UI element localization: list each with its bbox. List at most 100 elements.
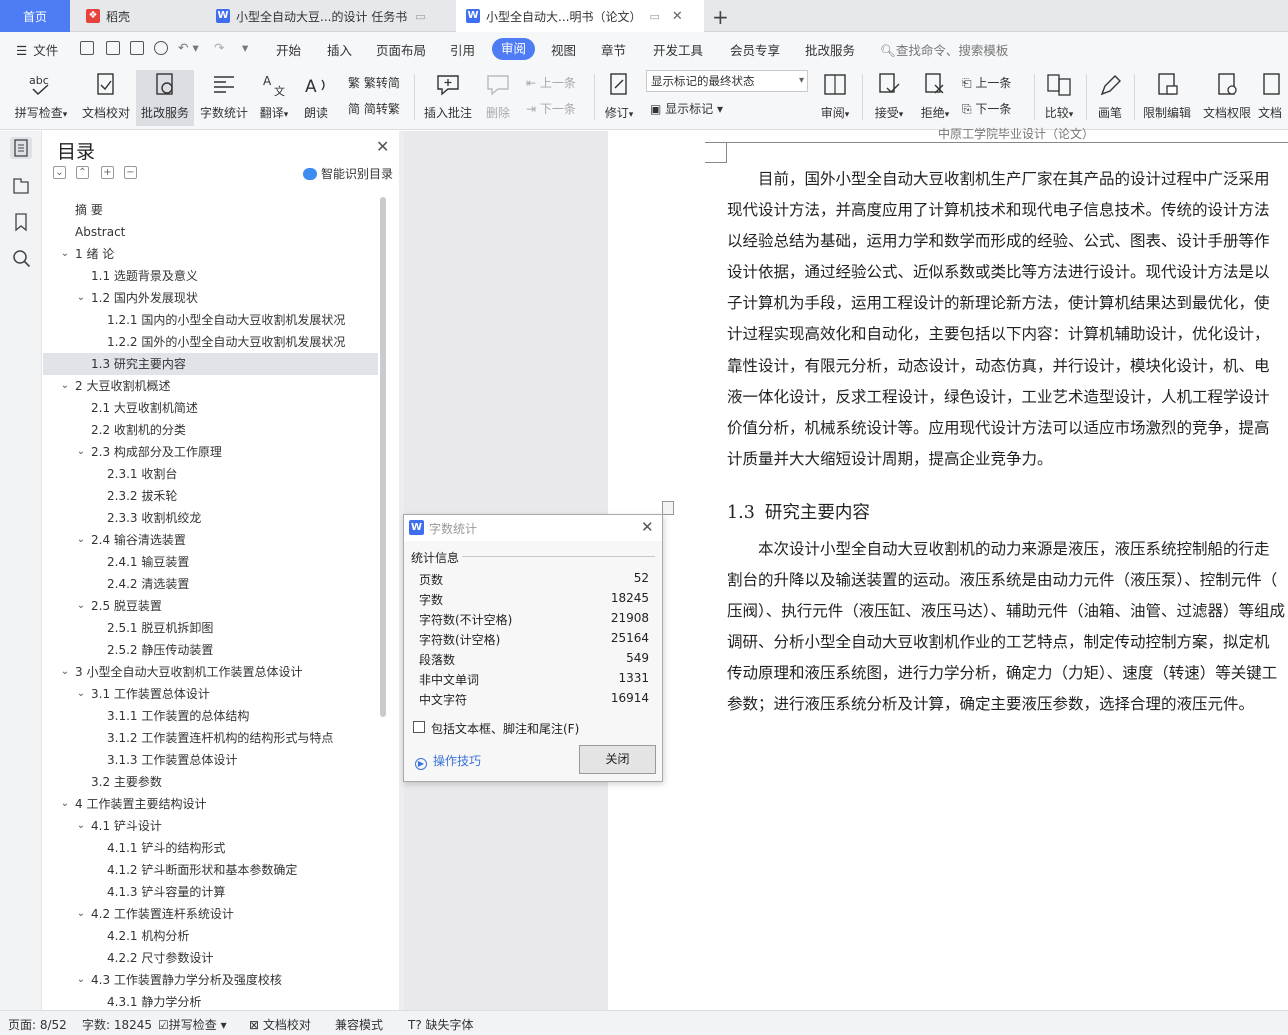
smart-toc-button[interactable]: 智能识别目录 [303,165,393,182]
toc-item[interactable]: 2.3.3 收割机绞龙 [43,507,378,529]
pen-button[interactable]: 画笔 [1092,70,1128,126]
prev-change-button[interactable]: ⎗ 上一条 [962,74,1011,91]
toc-item[interactable]: 1.2.2 国外的小型全自动大豆收割机发展状况 [43,331,378,353]
chevron-down-icon[interactable]: ⌄ [75,287,87,309]
toc-item[interactable]: 1.2.1 国内的小型全自动大豆收割机发展状况 [43,309,378,331]
toc-item[interactable]: 摘 要 [43,199,378,221]
print-preview-icon[interactable] [154,41,168,55]
toc-item[interactable]: Abstract [43,221,378,243]
toc-item[interactable]: 4.2.2 尺寸参数设计 [43,947,378,969]
chevron-down-icon[interactable]: ⌄ [75,529,87,551]
show-markup-button[interactable]: ▣ 显示标记 ▾ [650,100,723,117]
toc-item[interactable]: 3.1.1 工作装置的总体结构 [43,705,378,727]
toc-item[interactable]: 3.2 主要参数 [43,771,378,793]
menu-home[interactable]: 开始 [276,40,301,59]
menu-insert[interactable]: 插入 [327,40,352,59]
missing-font[interactable]: T? 缺失字体 [408,1016,474,1033]
toc-item[interactable]: 4.1.1 铲斗的结构形式 [43,837,378,859]
markup-state-select[interactable]: 显示标记的最终状态 [646,70,808,92]
menu-file[interactable]: ☰ 文件 [16,40,58,59]
remove-heading-icon[interactable]: − [124,166,137,179]
toc-item[interactable]: ⌄ 2.5 脱豆装置 [43,595,378,617]
quick-access-dropdown-icon[interactable]: ▾ [242,40,248,55]
chevron-down-icon[interactable]: ⌄ [75,815,87,837]
doc-more-button[interactable]: 文档 [1258,70,1288,126]
toc-item[interactable]: ⌄ 4.3 工作装置静力学分析及强度校核 [43,969,378,991]
toc-item[interactable]: 1.1 选题背景及意义 [43,265,378,287]
translate-button[interactable]: A文 翻译▾ [256,70,292,126]
next-comment-button[interactable]: ⇥ 下一条 [526,100,576,117]
review-pane-button[interactable]: 审阅▾ [816,70,854,126]
toc-item[interactable]: ⌄ 3.1 工作装置总体设计 [43,683,378,705]
command-search[interactable]: 🔍︎查找命令、搜索模板 [880,40,1008,59]
toc-item[interactable]: 4.1.3 铲斗容量的计算 [43,881,378,903]
chevron-down-icon[interactable]: ⌄ [75,441,87,463]
tab-thesis-doc[interactable]: W 小型全自动大...明书（论文） ▭ ✕ [456,0,704,32]
toc-item[interactable]: 2.4.1 输豆装置 [43,551,378,573]
status-spell-check[interactable]: ☑拼写检查 ▾ [158,1016,227,1033]
paragraph-options-icon[interactable] [662,501,674,515]
include-textbox-checkbox[interactable] [413,721,425,733]
toc-item[interactable]: 2.5.1 脱豆机拆卸图 [43,617,378,639]
toc-item[interactable]: 2.3.2 拔禾轮 [43,485,378,507]
close-icon[interactable]: ✕ [641,518,654,536]
menu-review-service[interactable]: 批改服务 [805,40,855,59]
page-indicator[interactable]: 页面: 8/52 [8,1016,67,1033]
read-aloud-button[interactable]: A 朗读 [300,70,332,126]
toc-item[interactable]: 4.2.1 机构分析 [43,925,378,947]
next-change-button[interactable]: ⎘ 下一条 [962,100,1011,117]
toc-item[interactable]: 2.3.1 收割台 [43,463,378,485]
save-icon[interactable] [80,41,94,55]
toc-item[interactable]: ⌄ 2 大豆收割机概述 [43,375,378,397]
tab-home[interactable]: 首页 [0,0,70,32]
menu-page-layout[interactable]: 页面布局 [376,40,426,59]
restrict-edit-button[interactable]: 限制编辑 [1140,70,1194,126]
toc-item[interactable]: ⌄ 2.3 构成部分及工作原理 [43,441,378,463]
toc-item[interactable]: ⌄ 3 小型全自动大豆收割机工作装置总体设计 [43,661,378,683]
tab-docer[interactable]: ❖ 稻壳 [76,0,201,32]
toc-panel-icon[interactable] [10,137,32,159]
doc-check-button[interactable]: 文档校对 [80,70,132,126]
chevron-down-icon[interactable]: ⌄ [75,903,87,925]
word-count-button[interactable]: 字数统计 [198,70,250,126]
menu-reference[interactable]: 引用 [450,40,475,59]
toc-item[interactable]: 2.4.2 清选装置 [43,573,378,595]
menu-review[interactable]: 审阅 [492,38,535,60]
collapse-all-icon[interactable]: ⌄ [53,166,66,179]
reject-button[interactable]: 拒绝▾ [916,70,954,126]
insert-comment-button[interactable]: 插入批注 [422,70,474,126]
chevron-down-icon[interactable]: ⌄ [59,375,71,397]
document-page[interactable]: 中原工学院毕业设计（论文） 目前，国外小型全自动大豆收割机生产厂家在其产品的设计… [608,127,1288,1010]
toc-item[interactable]: 4.3.1 静力学分析 [43,991,378,1010]
tab-close-icon[interactable]: ✕ [672,9,683,24]
toc-item[interactable]: 1.3 研究主要内容 [43,353,378,375]
toc-item[interactable]: ⌄ 4.1 铲斗设计 [43,815,378,837]
menu-section[interactable]: 章节 [601,40,626,59]
menu-member[interactable]: 会员专享 [730,40,780,59]
toc-item[interactable]: 3.1.2 工作装置连杆机构的结构形式与特点 [43,727,378,749]
menu-view[interactable]: 视图 [551,40,576,59]
track-changes-button[interactable]: 修订▾ [600,70,638,126]
chevron-down-icon[interactable]: ⌄ [59,793,71,815]
review-service-button[interactable]: 批改服务 [136,70,194,126]
accept-button[interactable]: 接受▾ [870,70,908,126]
close-button[interactable]: 关闭 [579,745,656,774]
toc-item[interactable]: 2.2 收割机的分类 [43,419,378,441]
menu-dev-tools[interactable]: 开发工具 [653,40,703,59]
dialog-titlebar[interactable]: W 字数统计 ✕ [404,515,662,541]
chevron-down-icon[interactable]: ⌄ [75,683,87,705]
tips-link[interactable]: ▶ 操作技巧 [415,752,481,770]
add-heading-icon[interactable]: + [101,166,114,179]
toc-item[interactable]: ⌄ 2.4 输谷清选装置 [43,529,378,551]
toc-item[interactable]: 3.1.3 工作装置总体设计 [43,749,378,771]
compare-button[interactable]: 比较▾ [1040,70,1078,126]
toc-item[interactable]: 2.5.2 静压传动装置 [43,639,378,661]
toc-item[interactable]: 2.1 大豆收割机简述 [43,397,378,419]
toc-scrollbar[interactable] [380,197,386,717]
status-doc-check[interactable]: ⊠ 文档校对 [249,1016,311,1033]
chevron-down-icon[interactable]: ⌄ [59,243,71,265]
to-traditional-button[interactable]: 繁 繁转简 [348,74,400,91]
expand-up-icon[interactable]: ⌃ [76,166,89,179]
include-textbox-label[interactable]: 包括文本框、脚注和尾注(F) [431,720,579,737]
toc-item[interactable]: 4.1.2 铲斗断面形状和基本参数确定 [43,859,378,881]
